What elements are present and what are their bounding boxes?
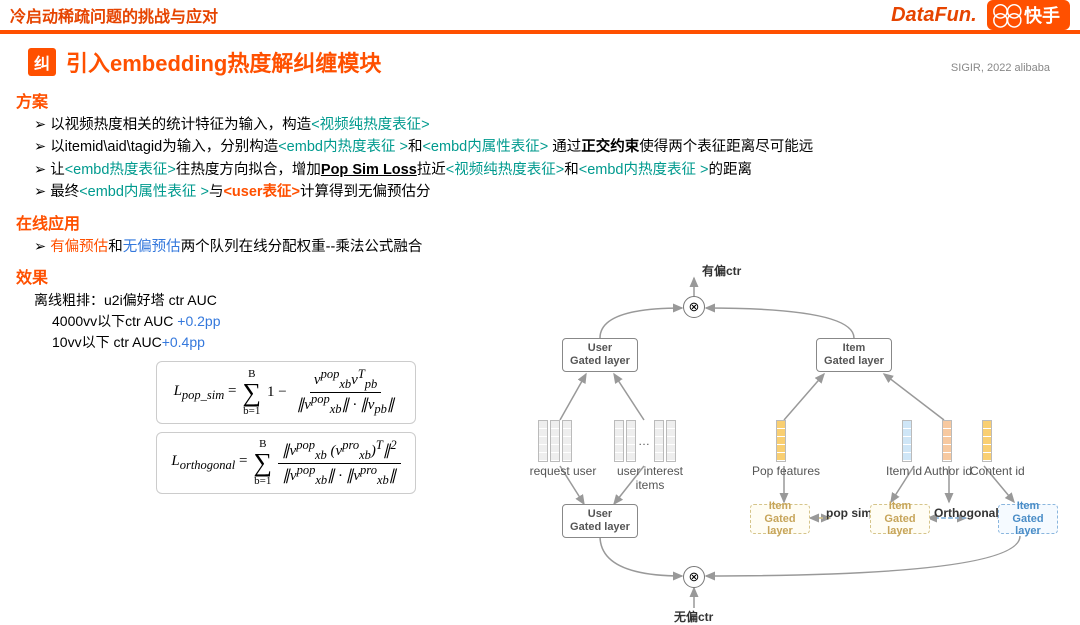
ellipsis-1: …	[638, 434, 650, 448]
scheme-b4: 最终<embd内属性表征 >与<user表征>计算得到无偏预估分	[34, 181, 1064, 203]
subtitle: 引入embedding热度解纠缠模块	[66, 46, 381, 78]
formula-orthogonal: Lorthogonal = B∑b=1 ∥vpopxb (vproxb)T∥2 …	[156, 432, 416, 495]
emb-item-id	[902, 420, 912, 462]
emb-author-id	[942, 420, 952, 462]
unbiased-ctr-label: 无偏ctr	[674, 608, 713, 625]
kuaishou-text: 快手	[1024, 2, 1060, 28]
emb-content-id	[982, 420, 992, 462]
emb-request-user-3	[562, 420, 572, 462]
architecture-diagram: 有偏ctr ⊗ User Gated layer Item Gated laye…	[514, 266, 1070, 624]
top-bar: 冷启动稀疏问题的挑战与应对 DataFun. ◯◯◯◯ 快手	[0, 0, 1080, 30]
multiply-bottom: ⊗	[683, 566, 705, 588]
scheme-b2: 以itemid\aid\tagid为输入，分别构造<embd内热度表征 >和<e…	[34, 136, 1064, 158]
formula-pop-sim: Lpop_sim = B∑b=1 1 − vpopxbvTpb ∥vpopxb∥…	[156, 361, 416, 424]
biased-ctr-label: 有偏ctr	[702, 262, 741, 279]
pop-sim-label: pop sim	[826, 506, 872, 520]
badge: 纠	[28, 48, 56, 76]
logo-group: DataFun. ◯◯◯◯ 快手	[891, 0, 1070, 30]
item-gated-top: Item Gated layer	[816, 338, 892, 372]
kuaishou-icon: ◯◯◯◯	[993, 6, 1020, 24]
emb-ui-1	[614, 420, 624, 462]
item-gated-ghost-2: Item Gated layer	[870, 504, 930, 534]
user-interest-label: user interest items	[602, 464, 698, 492]
subtitle-row: 纠 引入embedding热度解纠缠模块	[28, 46, 1064, 78]
multiply-top: ⊗	[683, 296, 705, 318]
request-user-label: request user	[524, 464, 602, 478]
emb-ui-3	[654, 420, 664, 462]
user-gated-bottom: User Gated layer	[562, 504, 638, 538]
section-scheme-heading: 方案	[16, 88, 1064, 112]
scheme-bullets: 以视频热度相关的统计特征为输入，构造<视频纯热度表征> 以itemid\aid\…	[34, 114, 1064, 204]
emb-ui-4	[666, 420, 676, 462]
kuaishou-logo: ◯◯◯◯ 快手	[987, 0, 1070, 30]
online-bullets: 有偏预估和无偏预估两个队列在线分配权重--乘法公式融合	[34, 236, 1064, 258]
emb-ui-2	[626, 420, 636, 462]
online-b1: 有偏预估和无偏预估两个队列在线分配权重--乘法公式融合	[34, 236, 1064, 258]
item-gated-ghost-1: Item Gated layer	[750, 504, 810, 534]
emb-request-user-1	[538, 420, 548, 462]
item-gated-blue: Item Gated layer	[998, 504, 1058, 534]
scheme-b3: 让<embd热度表征>往热度方向拟合，增加Pop Sim Loss拉近<视频纯热…	[34, 159, 1064, 181]
citation: SIGIR, 2022 alibaba	[951, 62, 1050, 74]
content-id-label: Content id	[970, 464, 1025, 478]
scheme-b1: 以视频热度相关的统计特征为输入，构造<视频纯热度表征>	[34, 114, 1064, 136]
author-id-label: Author id	[924, 464, 972, 478]
item-id-label: Item id	[886, 464, 922, 478]
user-gated-top: User Gated layer	[562, 338, 638, 372]
emb-pop	[776, 420, 786, 462]
emb-request-user-2	[550, 420, 560, 462]
orthogonal-label: Orthogonal	[934, 506, 999, 520]
content: SIGIR, 2022 alibaba 纠 引入embedding热度解纠缠模块…	[0, 34, 1080, 510]
datafun-logo: DataFun.	[891, 4, 977, 27]
section-online-heading: 在线应用	[16, 210, 1064, 234]
page-title: 冷启动稀疏问题的挑战与应对	[10, 3, 218, 27]
pop-features-label: Pop features	[748, 464, 824, 478]
